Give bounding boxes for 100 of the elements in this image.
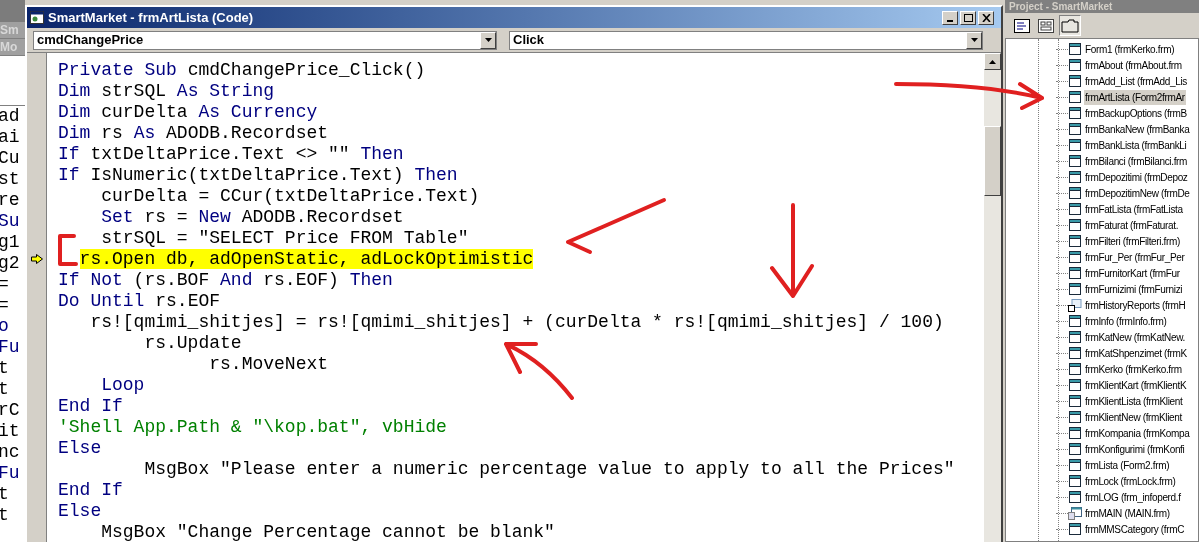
- code-fragment: o: [0, 316, 10, 337]
- code-fragment: ai: [0, 127, 21, 148]
- project-item[interactable]: frmDepozitimi (frmDepoz: [1084, 169, 1189, 185]
- project-item[interactable]: frmMAIN (MAIN.frm): [1084, 505, 1171, 521]
- app-icon: [30, 11, 44, 24]
- code-fragment: it: [0, 421, 21, 442]
- code-line: curDelta = CCur(txtDeltaPrice.Text): [100, 186, 480, 207]
- scroll-up-button[interactable]: [984, 53, 1001, 70]
- project-item[interactable]: frmKonfigurimi (frmKonfi: [1084, 441, 1186, 457]
- code-line: If IsNumeric(txtDeltaPrice.Text) Then: [58, 165, 458, 186]
- project-item[interactable]: frmBankaNew (frmBanka: [1084, 121, 1191, 137]
- project-item[interactable]: frmBackupOptions (frmB: [1084, 105, 1188, 121]
- code-line: Do Until rs.EOF: [58, 291, 221, 312]
- project-item[interactable]: frmFatLista (frmFatLista: [1084, 201, 1184, 217]
- code-fragment: t: [0, 379, 10, 400]
- project-item[interactable]: frmFilteri (frmFilteri.frm): [1084, 233, 1181, 249]
- form-icon: [1068, 410, 1082, 424]
- code-line: Else: [58, 438, 102, 459]
- scroll-thumb[interactable]: [984, 126, 1001, 196]
- code-line: Loop: [100, 375, 145, 396]
- form-icon: [1068, 426, 1082, 440]
- code-line: rs![qmimi_shitjes] = rs![qmimi_shitjes] + (curDelta * rs![qmimi_shitjes] / 100): [89, 312, 944, 333]
- code-line: Private Sub cmdChangePrice_Click(): [58, 60, 426, 81]
- project-item[interactable]: frmFurnitorKart (frmFur: [1084, 265, 1181, 281]
- form-icon: [1068, 58, 1082, 72]
- project-item[interactable]: frmKompania (frmKompa: [1084, 425, 1191, 441]
- code-line: rs.Update: [143, 333, 242, 354]
- project-item[interactable]: frmBilanci (frmBilanci.frm: [1084, 153, 1189, 169]
- project-item[interactable]: Form1 (frmKerko.frm): [1084, 41, 1176, 57]
- maximize-button[interactable]: [960, 10, 976, 25]
- form-icon: [1068, 266, 1082, 280]
- project-item[interactable]: frmLista (Form2.frm): [1084, 457, 1171, 473]
- project-item[interactable]: frmFaturat (frmFaturat.: [1084, 217, 1180, 233]
- code-fragment: Fu: [0, 463, 21, 484]
- project-item[interactable]: frmKatShpenzimet (frmK: [1084, 345, 1188, 361]
- close-icon: [981, 13, 991, 22]
- form-icon: [1068, 474, 1082, 488]
- form-icon: [1068, 122, 1082, 136]
- object-dropdown[interactable]: cmdChangePrice: [33, 30, 497, 50]
- project-item[interactable]: frmKlientKart (frmKlientK: [1084, 377, 1188, 393]
- code-line: End If: [58, 396, 123, 417]
- code-line: Else: [58, 501, 102, 522]
- panel-title: Project - SmartMarket: [1009, 0, 1113, 13]
- maximize-icon: [963, 13, 973, 22]
- form-icon: [1068, 314, 1082, 328]
- project-item[interactable]: frmMMSCategory (frmC: [1084, 521, 1186, 537]
- code-line: If Not (rs.BOF And rs.EOF) Then: [58, 270, 393, 291]
- project-item[interactable]: frmKatNew (frmKatNew.: [1084, 329, 1186, 345]
- minimize-icon: [947, 19, 953, 22]
- code-fragment: rC: [0, 400, 21, 421]
- form-icon: [1068, 186, 1082, 200]
- code-line: Dim curDelta As Currency: [58, 102, 318, 123]
- form-icon: [1068, 346, 1082, 360]
- project-item[interactable]: frmFur_Per (frmFur_Per: [1084, 249, 1186, 265]
- form-icon: [1068, 458, 1082, 472]
- project-item[interactable]: frmAdd_List (frmAdd_Lis: [1084, 73, 1188, 89]
- form-icon: [1068, 362, 1082, 376]
- form-icon: [1068, 282, 1082, 296]
- code-line: Dim rs As ADODB.Recordset: [58, 123, 329, 144]
- minimize-button[interactable]: [942, 10, 958, 25]
- form-icon: [1068, 42, 1082, 56]
- code-line: MsgBox "Please enter a numeric percentage value to apply to all the Prices": [143, 459, 955, 480]
- procedure-dropdown[interactable]: Click: [509, 30, 983, 50]
- code-line: MsgBox "Change Percentage cannot be blank": [100, 522, 555, 542]
- project-item[interactable]: frmLock (frmLock.frm): [1084, 473, 1177, 489]
- project-item[interactable]: frmInfo (frmInfo.frm): [1084, 313, 1168, 329]
- code-fragment: t: [0, 505, 10, 526]
- form-icon: [1068, 154, 1082, 168]
- up-arrow-icon: [989, 59, 996, 64]
- code-line: Dim strSQL As String: [58, 81, 275, 102]
- annotation-arrow: [504, 342, 574, 400]
- form-icon: [1068, 394, 1082, 408]
- code-fragment: st: [0, 169, 21, 190]
- window-title: SmartMarket - frmArtLista (Code): [48, 8, 254, 27]
- project-item[interactable]: frmHistoryReports (frmH: [1084, 297, 1187, 313]
- project-item[interactable]: frmLOG (frm_infoperd.f: [1084, 489, 1182, 505]
- project-item[interactable]: frmKlientLista (frmKlient: [1084, 393, 1184, 409]
- code-line: 'Shell App.Path & "\kop.bat", vbHide: [58, 417, 447, 438]
- code-fragment: Fu: [0, 337, 21, 358]
- project-item[interactable]: frmBankLista (frmBankLi: [1084, 137, 1188, 153]
- folder-icon[interactable]: [1059, 15, 1081, 36]
- code-fragment: re: [0, 190, 21, 211]
- close-button[interactable]: [978, 10, 994, 25]
- project-item[interactable]: frmFurnizimi (frmFurnizi: [1084, 281, 1184, 297]
- project-item[interactable]: frmAbout (frmAbout.frm: [1084, 57, 1183, 73]
- project-item[interactable]: frmArtLista (Form2frmAr: [1084, 89, 1186, 105]
- project-item[interactable]: frmKerko (frmKerko.frm: [1084, 361, 1183, 377]
- project-item[interactable]: frmKlientNew (frmKlient: [1084, 409, 1183, 425]
- form-icon: [1068, 442, 1082, 456]
- form-icon: [1068, 90, 1082, 104]
- form-icon: [1068, 522, 1082, 536]
- project-item[interactable]: frmDepozitimNew (frmDe: [1084, 185, 1191, 201]
- code-fragment: t: [0, 484, 10, 505]
- vertical-scrollbar[interactable]: [984, 53, 1001, 542]
- report-icon: [1068, 298, 1082, 312]
- code-line: End If: [58, 480, 123, 501]
- code-line: rs.MoveNext: [208, 354, 329, 375]
- form-icon: [1068, 106, 1082, 120]
- form-icon: [1068, 234, 1082, 248]
- form-icon: [1068, 378, 1082, 392]
